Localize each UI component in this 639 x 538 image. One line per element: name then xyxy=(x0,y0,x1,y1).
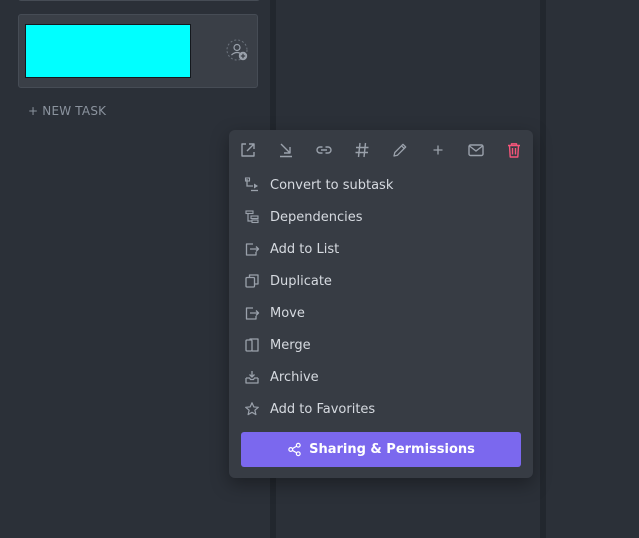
menu-item-duplicate[interactable]: Duplicate xyxy=(241,267,521,295)
board-column xyxy=(546,0,639,538)
menu-item-label: Dependencies xyxy=(270,209,363,225)
pencil-icon[interactable] xyxy=(389,139,411,161)
menu-item-dependencies[interactable]: Dependencies xyxy=(241,203,521,231)
merge-icon xyxy=(243,336,261,354)
subtask-icon xyxy=(243,176,261,194)
menu-item-label: Move xyxy=(270,305,305,321)
menu-item-label: Convert to subtask xyxy=(270,177,394,193)
sharing-permissions-label: Sharing & Permissions xyxy=(309,442,475,457)
add-assignee-icon[interactable] xyxy=(226,39,248,61)
mail-icon[interactable] xyxy=(465,139,487,161)
link-icon[interactable] xyxy=(313,139,335,161)
task-name-input[interactable] xyxy=(25,24,191,78)
menu-item-add-to-favorites[interactable]: Add to Favorites xyxy=(241,395,521,423)
menu-item-label: Merge xyxy=(270,337,311,353)
trash-icon[interactable] xyxy=(503,139,525,161)
duplicate-icon xyxy=(243,272,261,290)
menu-item-label: Add to List xyxy=(270,241,340,257)
previous-task-card[interactable] xyxy=(18,0,260,1)
menu-item-archive[interactable]: Archive xyxy=(241,363,521,391)
move-icon xyxy=(243,304,261,322)
menu-item-label: Archive xyxy=(270,369,319,385)
download-icon[interactable] xyxy=(275,139,297,161)
add-to-list-icon xyxy=(243,240,261,258)
menu-item-label: Add to Favorites xyxy=(270,401,376,417)
share-icon xyxy=(288,442,301,457)
new-task-button[interactable]: + NEW TASK xyxy=(28,104,106,118)
menu-item-move[interactable]: Move xyxy=(241,299,521,327)
menu-item-add-to-list[interactable]: Add to List xyxy=(241,235,521,263)
hash-icon[interactable] xyxy=(351,139,373,161)
task-context-menu: Convert to subtask Dependencies Add to L… xyxy=(229,130,533,478)
task-card[interactable] xyxy=(18,14,258,88)
sharing-permissions-button[interactable]: Sharing & Permissions xyxy=(241,432,521,467)
menu-item-convert-to-subtask[interactable]: Convert to subtask xyxy=(241,171,521,199)
context-menu-toolbar xyxy=(229,130,533,170)
dependencies-icon xyxy=(243,208,261,226)
star-icon xyxy=(243,400,261,418)
menu-item-label: Duplicate xyxy=(270,273,332,289)
plus-icon[interactable] xyxy=(427,139,449,161)
new-tab-icon[interactable] xyxy=(237,139,259,161)
archive-icon xyxy=(243,368,261,386)
menu-item-merge[interactable]: Merge xyxy=(241,331,521,359)
